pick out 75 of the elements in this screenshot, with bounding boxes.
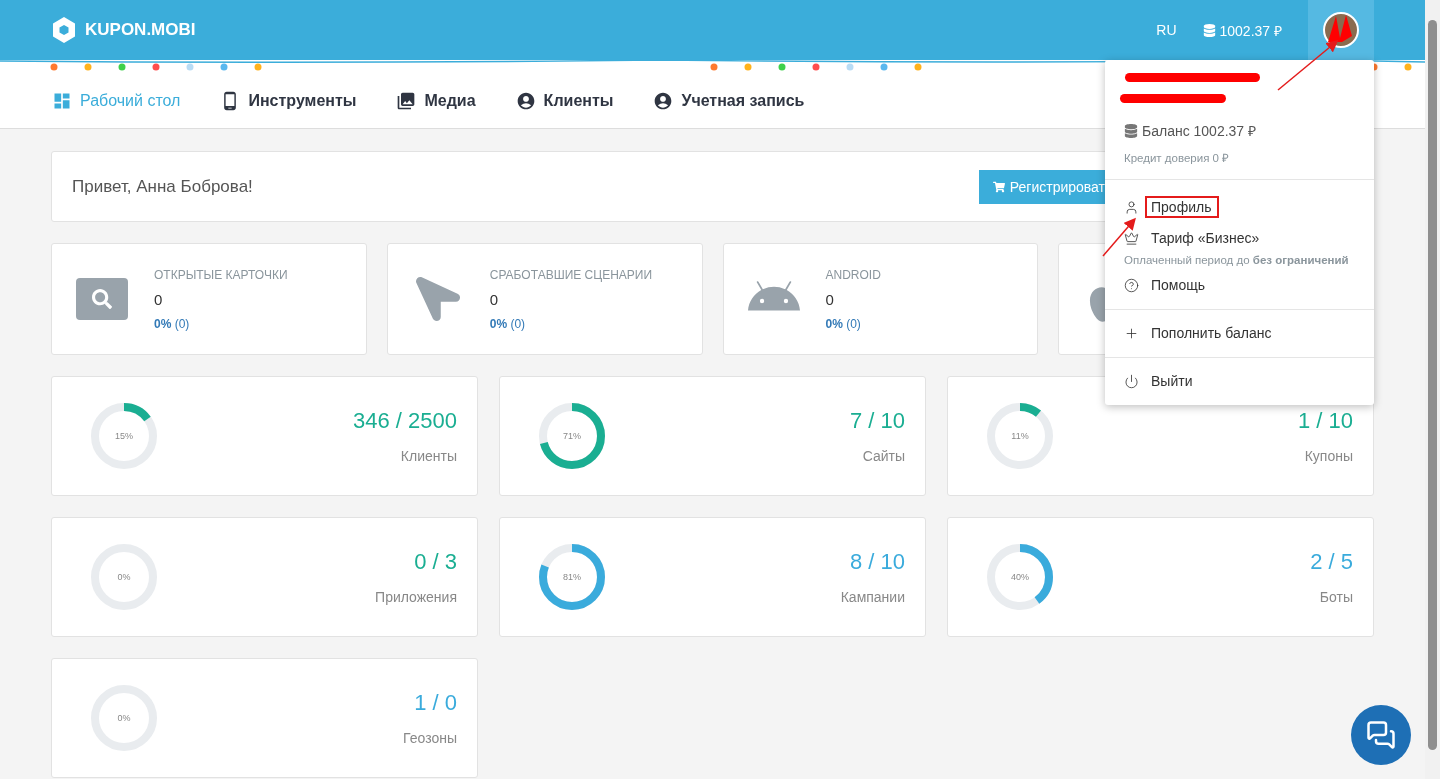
counter-value: 8 / 10 <box>849 549 905 575</box>
counter-label: Геозоны <box>403 730 457 746</box>
crown-icon <box>1124 230 1139 246</box>
menu-item[interactable]: Профиль <box>1105 192 1374 223</box>
menu-item[interactable]: Выйти <box>1105 366 1374 397</box>
counter-label: Приложения <box>375 589 457 605</box>
menu-label: Тариф «Бизнес» <box>1150 229 1261 248</box>
chat-icon <box>1366 720 1396 750</box>
avatar-button[interactable] <box>1308 0 1374 60</box>
counter-value: 346 / 2500 <box>353 408 457 434</box>
counter-label: Купоны <box>1304 448 1353 464</box>
photos-icon <box>396 91 417 111</box>
stat-percent: 0% (0) <box>154 316 191 331</box>
search-icon <box>76 278 128 320</box>
coins-icon <box>1202 23 1216 37</box>
percent-label: 81% <box>563 572 581 582</box>
menu-label: Пополнить баланс <box>1150 324 1273 343</box>
counter-label: Боты <box>1319 589 1353 605</box>
percent-label: 40% <box>1011 572 1029 582</box>
plus-icon <box>1124 325 1139 341</box>
coins-icon <box>1124 123 1138 138</box>
stat-title: ОТКРЫТЫЕ КАРТОЧКИ <box>154 267 288 282</box>
progress-ring <box>538 402 606 470</box>
menu-label: Профиль <box>1145 196 1220 218</box>
nav-tab[interactable]: Инструменты <box>220 91 357 111</box>
help-icon <box>1124 277 1139 293</box>
balance-text: 1002.37 ₽ <box>1219 21 1282 40</box>
stat-percent: 0% (0) <box>825 316 862 331</box>
greeting-text: Привет, Анна Боброва! <box>72 176 254 197</box>
cart-icon <box>992 180 1005 193</box>
counter-label: Кампании <box>840 589 905 605</box>
counter-label: Клиенты <box>400 448 457 464</box>
menu-label: Помощь <box>1150 276 1207 295</box>
counter-value: 7 / 10 <box>849 408 905 434</box>
counter-value: 0 / 3 <box>414 549 457 575</box>
dashboard-icon <box>52 91 72 111</box>
percent-label: 0% <box>117 713 131 723</box>
menu-item[interactable]: Помощь <box>1105 270 1374 301</box>
chat-button[interactable] <box>1351 705 1411 765</box>
counter-value: 1 / 10 <box>1297 408 1353 434</box>
menu-balance: Баланс 1002.37 ₽ <box>1142 122 1257 140</box>
credit-text: Кредит доверия 0 ₽ <box>1124 151 1231 165</box>
percent-label: 0% <box>117 572 131 582</box>
progress-ring <box>538 543 606 611</box>
counter-value: 2 / 5 <box>1310 549 1353 575</box>
counter-label: Сайты <box>862 448 905 464</box>
percent-label: 11% <box>1011 431 1029 441</box>
user-icon <box>1124 199 1139 215</box>
annotation-arrow <box>1102 217 1136 257</box>
paid-period-note: Оплаченный период до без ограничений <box>1123 254 1350 268</box>
user-icon <box>653 91 674 111</box>
nav-tab[interactable]: Клиенты <box>515 91 614 111</box>
percent-label: 71% <box>563 431 581 441</box>
user-icon <box>515 91 536 111</box>
menu-item[interactable]: Пополнить баланс <box>1105 318 1374 349</box>
paper-plane-icon <box>415 277 460 321</box>
stat-value: 0 <box>489 290 500 308</box>
progress-ring <box>90 402 158 470</box>
logo-text: KUPON.MOBI <box>85 20 196 40</box>
stat-value: 0 <box>825 290 835 308</box>
stat-percent: 0% (0) <box>489 316 527 331</box>
power-icon <box>1124 373 1139 389</box>
hexagon-logo-icon <box>52 16 76 44</box>
menu-item[interactable]: Тариф «Бизнес» <box>1105 223 1374 254</box>
percent-label: 15% <box>115 431 133 441</box>
progress-ring <box>986 402 1054 470</box>
stat-title: СРАБОТАВШИЕ СЦЕНАРИИ <box>489 267 653 282</box>
progress-ring <box>986 543 1054 611</box>
menu-label: Выйти <box>1150 372 1194 391</box>
annotation-arrow <box>1277 40 1339 91</box>
nav-tab[interactable]: Медиа <box>396 91 476 111</box>
nav-tab[interactable]: Учетная запись <box>653 91 805 111</box>
stat-value: 0 <box>154 290 164 308</box>
stat-title: ANDROID <box>825 267 881 282</box>
counter-value: 1 / 0 <box>414 690 457 716</box>
